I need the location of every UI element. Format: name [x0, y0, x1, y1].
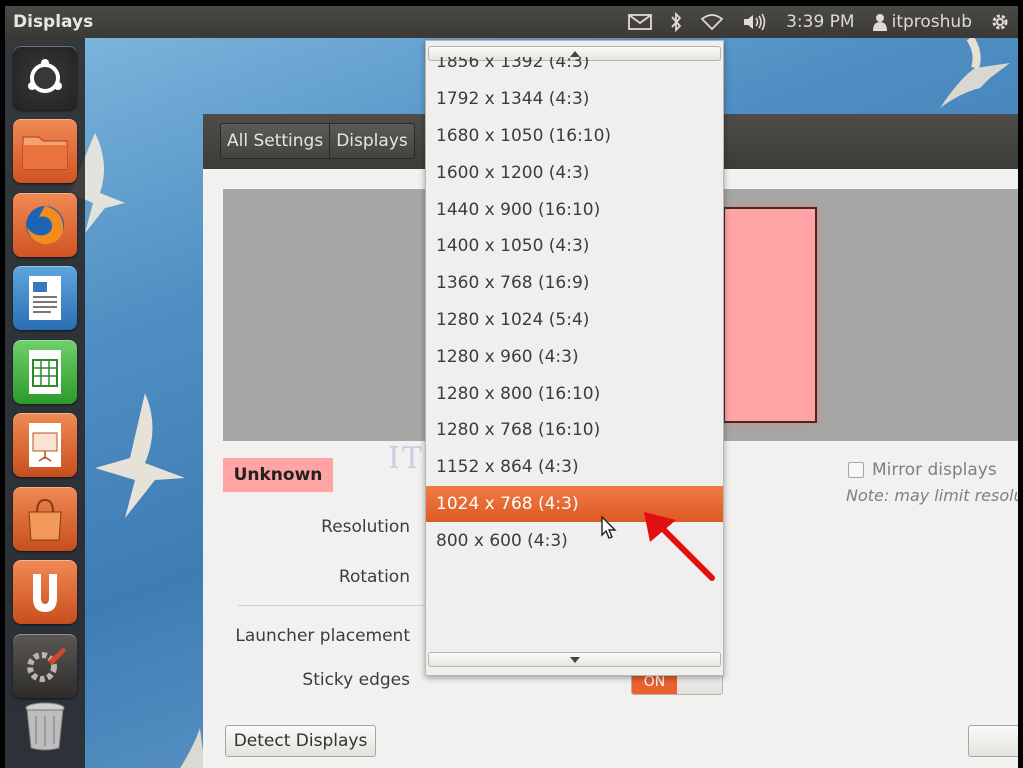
monitor-preview[interactable]	[723, 207, 817, 423]
clock[interactable]: 3:39 PM	[786, 12, 855, 32]
resolution-option[interactable]: 1440 x 900 (16:10)	[426, 191, 723, 228]
bird-image	[940, 38, 1010, 108]
resolution-option[interactable]: 1280 x 768 (16:10)	[426, 412, 723, 449]
rotation-label: Rotation	[338, 567, 410, 587]
annotation-arrow-icon	[644, 512, 715, 581]
resolution-options: 1856 x 1392 (4:3) 1792 x 1344 (4:3) 1680…	[426, 57, 723, 571]
firefox-icon[interactable]	[13, 193, 77, 257]
mirror-displays-checkbox[interactable]	[848, 462, 864, 478]
resolution-option[interactable]: 1280 x 960 (4:3)	[426, 338, 723, 375]
resolution-option[interactable]: 1856 x 1392 (4:3)	[426, 57, 723, 81]
launcher	[5, 38, 85, 768]
bird-image	[95, 393, 185, 518]
breadcrumb: All Settings Displays	[220, 123, 415, 159]
system-tray: 3:39 PM itproshub	[610, 6, 1010, 38]
app-title: Displays	[13, 12, 94, 32]
software-center-icon[interactable]	[13, 487, 77, 551]
mail-icon[interactable]	[628, 14, 652, 30]
resolution-label: Resolution	[321, 517, 410, 537]
files-icon[interactable]	[13, 119, 77, 183]
bluetooth-icon[interactable]	[670, 12, 682, 32]
breadcrumb-all-settings[interactable]: All Settings	[221, 124, 331, 158]
separator	[238, 605, 428, 606]
mirror-note: Note: may limit resolu	[846, 486, 1023, 505]
ubuntu-one-icon[interactable]	[13, 560, 77, 624]
resolution-option[interactable]: 1152 x 864 (4:3)	[426, 449, 723, 486]
resolution-option[interactable]: 1792 x 1344 (4:3)	[426, 81, 723, 118]
writer-icon[interactable]	[13, 266, 77, 330]
resolution-option[interactable]: 1680 x 1050 (16:10)	[426, 118, 723, 155]
resolution-option[interactable]: 1280 x 1024 (5:4)	[426, 302, 723, 339]
gear-icon[interactable]	[990, 12, 1010, 32]
resolution-option[interactable]: 1360 x 768 (16:9)	[426, 265, 723, 302]
display-name-label: Unknown	[223, 458, 333, 492]
user-name: itproshub	[891, 12, 972, 32]
launcher-placement-label: Launcher placement	[235, 626, 410, 646]
sticky-edges-label: Sticky edges	[302, 670, 410, 690]
dash-icon[interactable]	[13, 46, 77, 110]
arrow-down-icon	[569, 656, 580, 663]
resolution-option[interactable]: 1400 x 1050 (4:3)	[426, 228, 723, 265]
breadcrumb-displays[interactable]: Displays	[330, 124, 414, 158]
resolution-option[interactable]: 1600 x 1200 (4:3)	[426, 154, 723, 191]
impress-icon[interactable]	[13, 413, 77, 477]
user-menu[interactable]: itproshub	[872, 12, 972, 32]
apply-button[interactable]	[968, 725, 1023, 757]
top-panel: Displays 3:39 PM itproshub	[5, 6, 1018, 38]
resolution-option[interactable]: 1280 x 800 (16:10)	[426, 375, 723, 412]
trash-icon[interactable]	[13, 694, 77, 758]
volume-icon[interactable]	[742, 13, 768, 31]
bird-image	[180, 728, 205, 768]
user-icon	[872, 14, 887, 31]
arrow-up-icon	[569, 50, 580, 57]
system-settings-icon[interactable]	[13, 634, 77, 698]
scroll-down-button[interactable]	[428, 652, 721, 667]
calc-icon[interactable]	[13, 340, 77, 404]
mirror-displays-option[interactable]: Mirror displays	[848, 460, 997, 480]
detect-displays-button[interactable]: Detect Displays	[225, 725, 376, 757]
mirror-displays-label: Mirror displays	[872, 460, 997, 480]
wifi-icon[interactable]	[700, 13, 724, 31]
mouse-pointer-icon	[601, 515, 617, 539]
